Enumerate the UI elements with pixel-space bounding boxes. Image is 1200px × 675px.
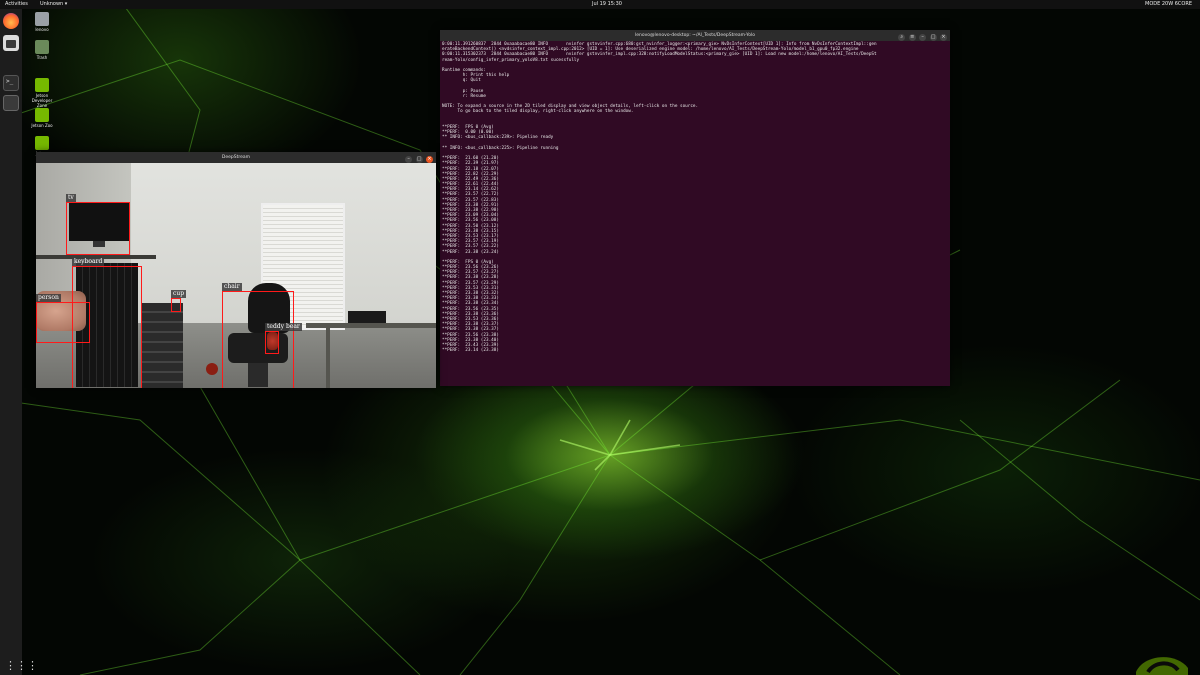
terminal-titlebar[interactable]: lenovo@lenovo-desktop: ~/AI_Tests/DeepSt… <box>440 30 950 41</box>
minimize-button[interactable]: – <box>919 34 927 41</box>
terminal-title: lenovo@lenovo-desktop: ~/AI_Tests/DeepSt… <box>635 33 755 38</box>
terminal-window[interactable]: lenovo@lenovo-desktop: ~/AI_Tests/DeepSt… <box>440 30 950 386</box>
bbox-person: person <box>36 294 90 343</box>
deepstream-window[interactable]: DeepStream – □ × tv keyboard person cup … <box>36 152 436 388</box>
dock: ⋮⋮⋮ <box>0 9 38 675</box>
video-frame[interactable]: tv keyboard person cup chair teddy bear <box>36 163 436 388</box>
terminal-output[interactable]: 0:00:11.391260837 2844 0xaaabacae80 INFO… <box>440 41 950 386</box>
activities-button[interactable]: Activities <box>5 0 28 9</box>
bbox-label-tv: tv <box>66 194 76 202</box>
terminal-icon[interactable] <box>3 75 19 91</box>
maximize-button[interactable]: □ <box>415 156 423 163</box>
terminal-line: **PERF: 23.14 (23.38) <box>442 348 499 354</box>
menu-icon[interactable]: ≡ <box>908 34 916 41</box>
desktop-icon-jetson-developer-zone[interactable]: Jetson Developer Zone <box>27 78 57 108</box>
desktop-icon-trash[interactable]: Trash <box>27 40 57 60</box>
files-icon[interactable] <box>3 35 19 51</box>
bbox-label-keyboard: keyboard <box>72 258 105 266</box>
system-tray[interactable]: MODE 20W 6CORE <box>1145 0 1192 9</box>
printer <box>348 311 386 323</box>
bbox-teddy-bear: teddy bear <box>265 323 302 354</box>
nvidia-icon <box>35 78 49 92</box>
home-folder-icon <box>35 12 49 26</box>
deepstream-app-icon[interactable] <box>3 95 19 111</box>
bbox-cup: cup <box>171 290 187 312</box>
bbox-chair: chair <box>222 283 294 388</box>
nvidia-icon <box>35 108 49 122</box>
maximize-button[interactable]: □ <box>929 34 937 41</box>
desktop-icon-lenovo[interactable]: lenovo <box>27 12 57 32</box>
firefox-icon[interactable] <box>3 13 19 29</box>
close-button[interactable]: × <box>940 34 947 41</box>
shelf <box>141 303 183 388</box>
clock[interactable]: Jul 19 15:30 <box>592 0 622 9</box>
bbox-label-chair: chair <box>222 283 242 291</box>
deepstream-title: DeepStream <box>221 155 251 160</box>
close-button[interactable]: × <box>426 156 433 163</box>
deepstream-titlebar[interactable]: DeepStream – □ × <box>36 152 436 163</box>
terminal-line: 0:00:11.315302373 2844 0xaaabacae80 INFO… <box>442 52 877 58</box>
search-icon[interactable]: ⌕ <box>898 34 906 41</box>
side-desk-leg <box>326 328 330 388</box>
nvidia-logo <box>1136 657 1188 675</box>
nvidia-icon <box>35 136 49 150</box>
red-object <box>206 363 218 375</box>
minimize-button[interactable]: – <box>405 156 413 163</box>
trash-icon <box>35 40 49 54</box>
bbox-label-teddy-bear: teddy bear <box>265 323 302 331</box>
desktop-icon-jetson-zoo[interactable]: Jetson Zoo <box>27 108 57 128</box>
bbox-label-cup: cup <box>171 290 187 298</box>
bbox-label-person: person <box>36 294 61 302</box>
app-menu[interactable]: Unknown ▾ <box>40 0 67 9</box>
show-apps-icon[interactable]: ⋮⋮⋮ <box>5 660 38 672</box>
top-bar: Activities Unknown ▾ Jul 19 15:30 MODE 2… <box>0 0 1200 9</box>
bbox-tv: tv <box>66 194 130 255</box>
